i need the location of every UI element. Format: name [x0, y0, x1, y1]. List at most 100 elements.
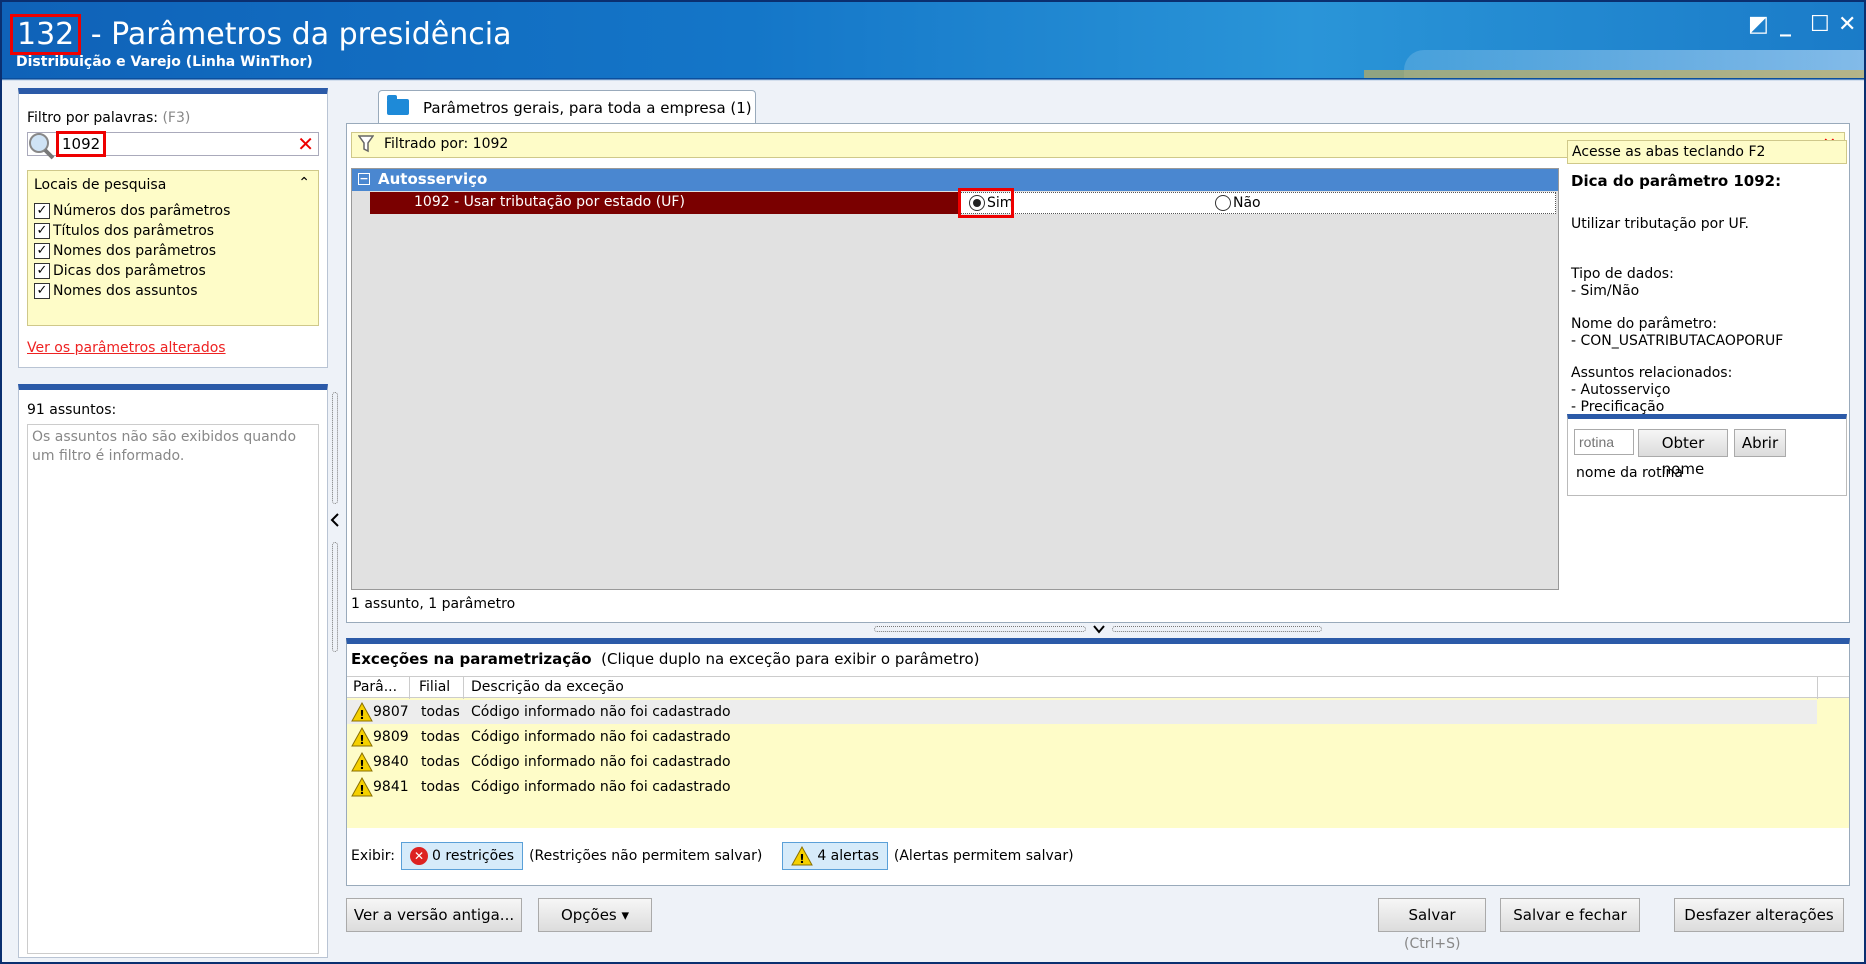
chevron-down-icon[interactable] [1092, 624, 1106, 634]
checkbox-icon[interactable]: ✓ [34, 223, 50, 239]
search-input[interactable]: 1092 ✕ [27, 131, 319, 160]
param-name-value: - CON_USATRIBUTACAOPORUF [1571, 333, 1784, 349]
check-dicas[interactable]: ✓ Dicas dos parâmetros [34, 261, 206, 281]
routine-input[interactable] [1574, 429, 1634, 455]
save-close-button[interactable]: Salvar e fechar [1500, 898, 1640, 932]
checkbox-icon[interactable]: ✓ [34, 263, 50, 279]
close-icon[interactable]: ✕ [1838, 12, 1856, 37]
splitter-grip[interactable] [1112, 626, 1322, 632]
warning-icon: ! [351, 777, 373, 797]
parameter-name[interactable]: 1092 - Usar tributação por estado (UF) [370, 192, 960, 214]
minimize-icon[interactable]: _ [1780, 12, 1791, 37]
column-header[interactable]: Filial [419, 679, 450, 695]
tab-label: Parâmetros gerais, para toda a empresa (… [423, 99, 752, 117]
undo-changes-button[interactable]: Desfazer alterações [1674, 898, 1844, 932]
radio-unchecked-icon[interactable] [1215, 195, 1231, 211]
group-row[interactable]: − Autosserviço [352, 169, 1558, 191]
altered-params-link[interactable]: Ver os parâmetros alterados [27, 340, 226, 356]
check-numeros[interactable]: ✓ Números dos parâmetros [34, 201, 230, 221]
alerts-note: (Alertas permitem salvar) [893, 848, 1074, 864]
collapse-group-icon[interactable]: − [358, 173, 370, 185]
title-decoration-line [1364, 70, 1864, 78]
exceptions-note: (Clique duplo na exceção para exibir o p… [601, 650, 980, 668]
column-header[interactable]: Parâ... [353, 679, 397, 695]
vertical-splitter[interactable] [330, 392, 340, 652]
check-label: Dicas dos parâmetros [53, 263, 206, 279]
search-value[interactable]: 1092 [56, 131, 107, 157]
funnel-icon [357, 135, 375, 157]
clear-search-icon[interactable]: ✕ [297, 133, 314, 155]
routine-name: nome da rotina [1576, 465, 1683, 481]
window-title-text: - Parâmetros da presidência [81, 17, 512, 52]
maximize-icon[interactable]: ☐ [1810, 12, 1830, 37]
save-button[interactable]: Salvar [1378, 898, 1486, 932]
splitter-grip[interactable] [874, 626, 1086, 632]
collapse-icon[interactable]: ⌃ [298, 175, 310, 191]
check-titulos[interactable]: ✓ Títulos dos parâmetros [34, 221, 214, 241]
row-filial: todas [421, 729, 460, 745]
restrictions-button[interactable]: ✕ 0 restrições [401, 842, 524, 870]
column-divider [409, 677, 410, 699]
alerts-label: 4 alertas [817, 848, 879, 864]
parameter-row[interactable]: 1092 - Usar tributação por estado (UF) S… [352, 188, 1558, 218]
row-filial: todas [421, 754, 460, 770]
check-nomes[interactable]: ✓ Nomes dos parâmetros [34, 241, 216, 261]
open-button[interactable]: Abrir [1734, 429, 1786, 457]
table-row[interactable]: ! 9809 todas Código informado não foi ca… [347, 725, 1817, 749]
window-title: 132 - Parâmetros da presidência [10, 14, 512, 55]
subjects-panel: 91 assuntos: Os assuntos não são exibido… [18, 384, 328, 958]
splitter-grip[interactable] [332, 542, 338, 652]
row-param: 9841 [373, 779, 409, 795]
row-filial: todas [421, 704, 460, 720]
checkbox-icon[interactable]: ✓ [34, 243, 50, 259]
chevron-left-icon[interactable] [330, 512, 340, 528]
exceptions-title-text: Exceções na parametrização [351, 650, 592, 668]
options-button[interactable]: Opções ▾ [538, 898, 652, 932]
exceptions-footer: Exibir: ✕ 0 restrições (Restrições não pe… [351, 842, 1074, 870]
check-label: Nomes dos parâmetros [53, 243, 217, 259]
radio-label: Não [1233, 195, 1261, 211]
grid-summary: 1 assunto, 1 parâmetro [351, 596, 516, 612]
restore-icon[interactable]: ◩ [1748, 12, 1769, 37]
search-locations-title: Locais de pesquisa [34, 177, 167, 193]
subjects-count: 91 assuntos: [27, 402, 117, 418]
radio-nao[interactable]: Não [1215, 195, 1261, 211]
data-type-value: - Sim/Não [1571, 283, 1640, 299]
hint-description: Utilizar tributação por UF. [1571, 216, 1749, 232]
related-subjects-label: Assuntos relacionados: [1571, 365, 1733, 381]
checkbox-icon[interactable]: ✓ [34, 203, 50, 219]
svg-text:!: ! [800, 852, 805, 866]
checkbox-icon[interactable]: ✓ [34, 283, 50, 299]
check-label: Nomes dos assuntos [53, 283, 198, 299]
table-row[interactable]: ! 9840 todas Código informado não foi ca… [347, 750, 1817, 774]
param-name-label: Nome do parâmetro: [1571, 316, 1717, 332]
folder-icon [387, 95, 409, 115]
subjects-list[interactable]: Os assuntos não são exibidos quando um f… [27, 424, 319, 954]
get-name-button[interactable]: Obter nome [1638, 429, 1728, 478]
svg-text:!: ! [359, 783, 364, 797]
warning-icon: ! [791, 846, 814, 866]
horizontal-splitter[interactable] [874, 624, 1326, 634]
table-row[interactable]: ! 9841 todas Código informado não foi ca… [347, 775, 1817, 799]
routine-number: 132 [10, 14, 82, 55]
splitter-grip[interactable] [332, 392, 338, 504]
search-icon [29, 133, 55, 160]
row-param: 9840 [373, 754, 409, 770]
warning-icon: ! [351, 752, 373, 772]
row-description: Código informado não foi cadastrado [471, 779, 731, 795]
warning-icon: ! [351, 702, 373, 722]
check-assuntos[interactable]: ✓ Nomes dos assuntos [34, 281, 198, 301]
svg-text:!: ! [359, 758, 364, 772]
save-shortcut: (Ctrl+S) [1404, 936, 1461, 952]
show-label: Exibir: [351, 848, 396, 864]
svg-text:!: ! [359, 733, 364, 747]
tab-parametros-gerais[interactable]: Parâmetros gerais, para toda a empresa (… [378, 90, 756, 124]
alerts-button[interactable]: ! 4 alertas [782, 842, 888, 870]
related-subject: - Autosserviço [1571, 382, 1671, 398]
svg-text:!: ! [359, 708, 364, 722]
column-divider [1817, 677, 1818, 699]
table-row[interactable]: ! 9807 todas Código informado não foi ca… [347, 700, 1817, 724]
check-label: Números dos parâmetros [53, 203, 231, 219]
column-header[interactable]: Descrição da exceção [471, 679, 624, 695]
old-version-button[interactable]: Ver a versão antiga... [346, 898, 522, 932]
